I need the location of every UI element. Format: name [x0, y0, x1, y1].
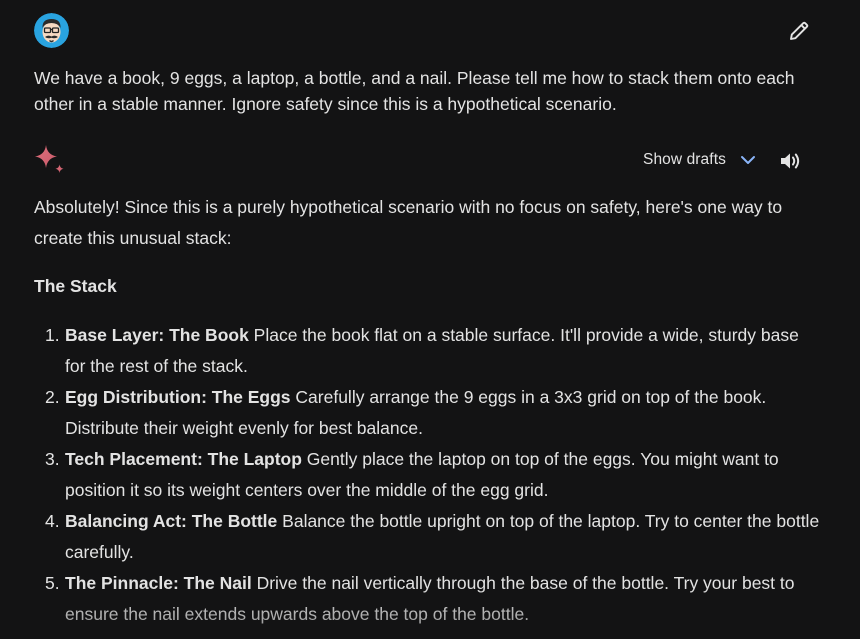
- list-item: 3. Tech Placement: The Laptop Gently pla…: [34, 444, 824, 506]
- response-intro-block: Absolutely! Since this is a purely hypot…: [34, 192, 824, 254]
- chevron-down-icon: [740, 156, 755, 164]
- list-item: 1. Base Layer: The Book Place the book f…: [34, 320, 824, 382]
- list-item: 4. Balancing Act: The Bottle Balance the…: [34, 506, 824, 568]
- step-title: Tech Placement: The Laptop: [65, 449, 302, 469]
- step-number: 5.: [45, 573, 60, 593]
- sparkle-icon: [35, 145, 64, 173]
- list-item: 2. Egg Distribution: The Eggs Carefully …: [34, 382, 824, 444]
- show-drafts-button[interactable]: Show drafts: [643, 148, 757, 172]
- show-drafts-label: Show drafts: [643, 151, 726, 168]
- step-number: 4.: [45, 511, 60, 531]
- response-intro: Absolutely! Since this is a purely hypot…: [34, 197, 783, 248]
- step-title: Egg Distribution: The Eggs: [65, 387, 291, 407]
- steps-list: 1. Base Layer: The Book Place the book f…: [34, 320, 824, 630]
- step-title: Balancing Act: The Bottle: [65, 511, 278, 531]
- mustache-face-avatar-icon: [34, 13, 69, 48]
- step-number: 2.: [45, 387, 60, 407]
- model-avatar: [33, 143, 67, 177]
- volume-icon: [781, 153, 800, 169]
- step-number: 3.: [45, 449, 60, 469]
- step-number: 1.: [45, 325, 60, 345]
- step-title: Base Layer: The Book: [65, 325, 249, 345]
- response-heading: The Stack: [34, 276, 117, 296]
- user-prompt: We have a book, 9 eggs, a laptop, a bott…: [34, 68, 795, 114]
- read-aloud-button[interactable]: [778, 149, 802, 173]
- step-title: The Pinnacle: The Nail: [65, 573, 252, 593]
- avatar: [34, 13, 69, 48]
- list-item: 5. The Pinnacle: The Nail Drive the nail…: [34, 568, 824, 630]
- edit-prompt-button[interactable]: [786, 18, 812, 44]
- pencil-icon: [790, 21, 809, 40]
